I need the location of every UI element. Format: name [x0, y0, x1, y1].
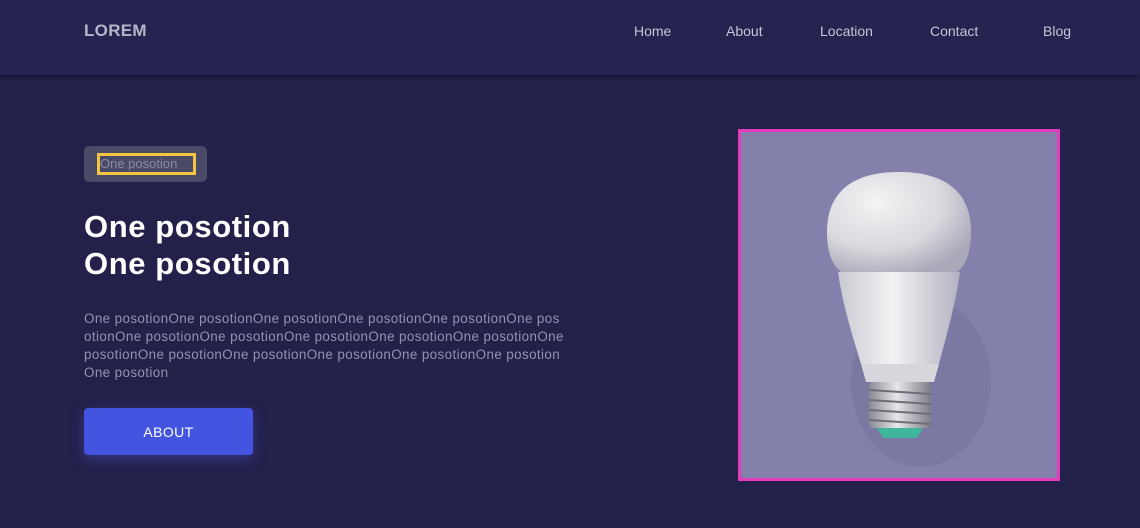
about-button[interactable]: ABOUT — [84, 408, 253, 455]
hero-headline-line-1: One posotion — [84, 209, 291, 244]
nav-home-link[interactable]: Home — [634, 23, 671, 39]
hero-tag-label: One posotion — [97, 153, 196, 175]
hero-headline: One posotion One posotion — [84, 208, 504, 282]
main-nav: Home About Location Contact Blog — [0, 23, 1140, 43]
nav-location-link[interactable]: Location — [820, 23, 873, 39]
hero-tag: One posotion — [84, 146, 207, 182]
nav-blog-link[interactable]: Blog — [1043, 23, 1071, 39]
nav-contact-link[interactable]: Contact — [930, 23, 978, 39]
site-header: LOREM Home About Location Contact Blog — [0, 0, 1140, 75]
hero-image — [738, 129, 1060, 481]
lightbulb-image — [827, 172, 991, 467]
hero-description: One posotionOne posotionOne posotionOne … — [84, 311, 564, 380]
hero-headline-line-2: One posotion — [84, 246, 291, 281]
nav-about-link[interactable]: About — [726, 23, 763, 39]
